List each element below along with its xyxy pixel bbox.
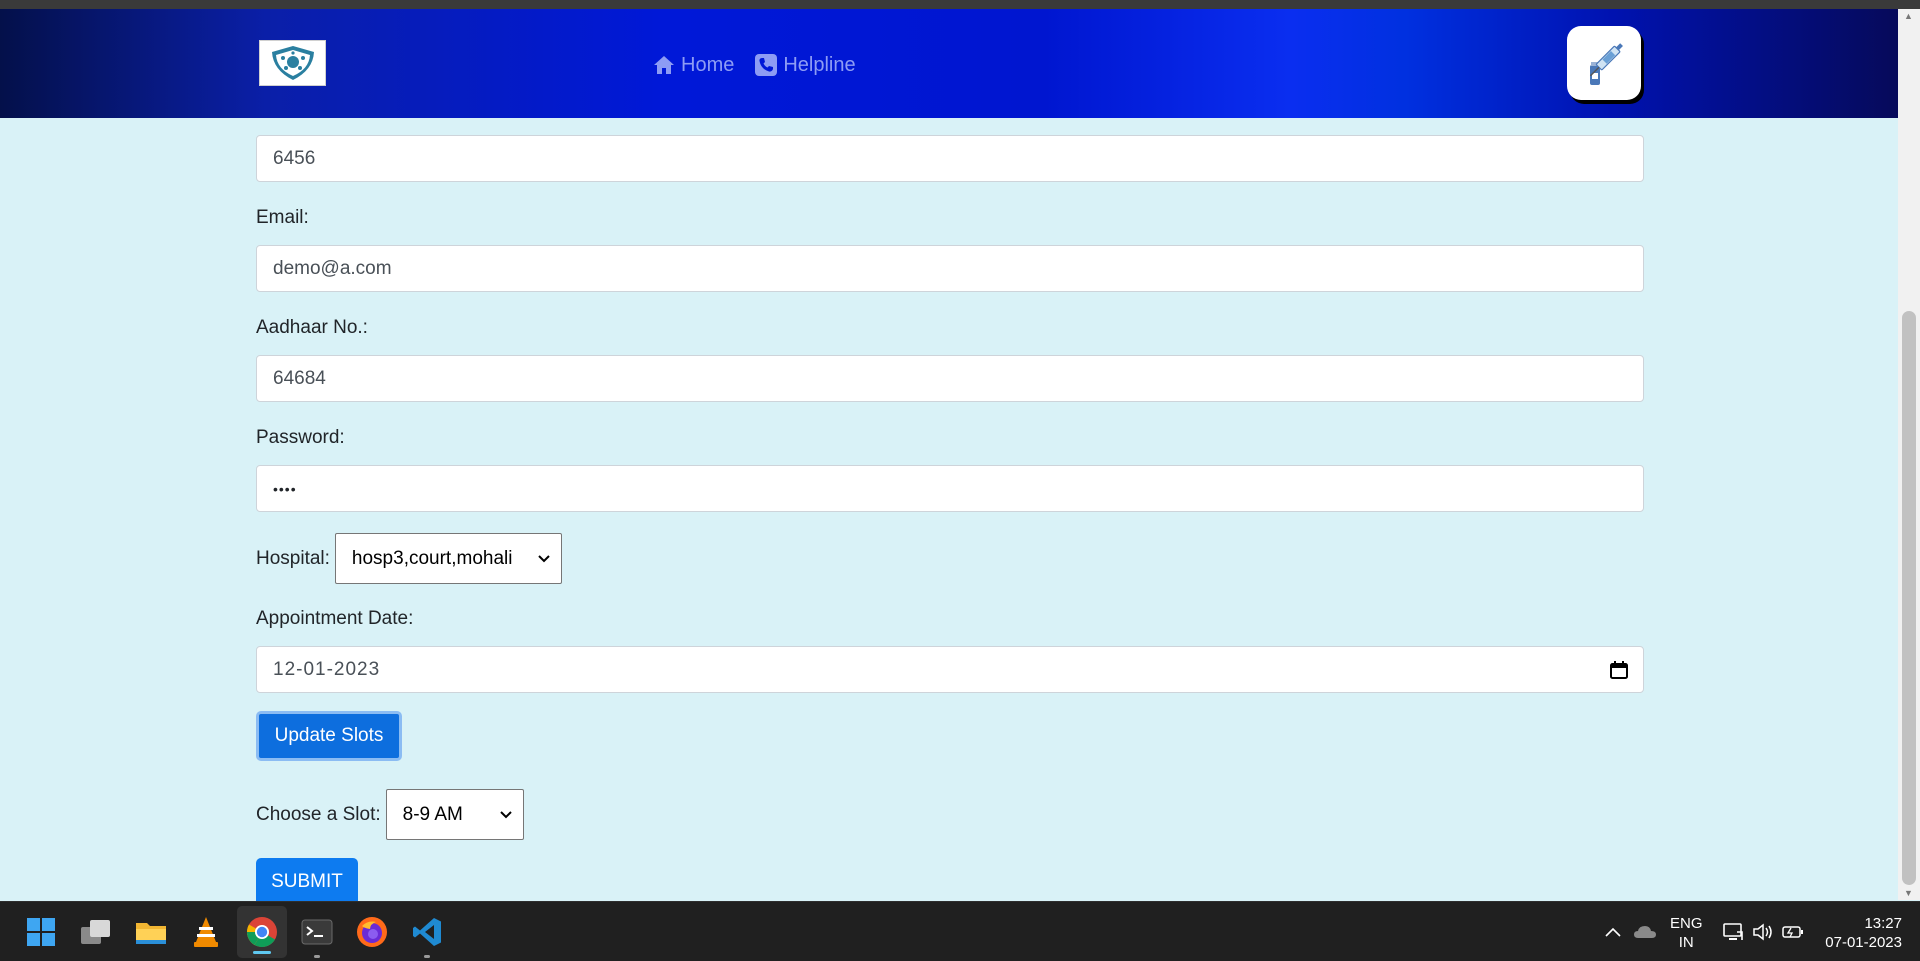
phone-icon	[755, 54, 778, 76]
chrome-icon[interactable]	[245, 915, 279, 949]
clock-date: 07-01-2023	[1825, 934, 1902, 951]
active-indicator	[253, 951, 271, 954]
browser-top-strip	[0, 0, 1920, 9]
password-input[interactable]: ••••	[256, 465, 1644, 512]
network-icon[interactable]	[1722, 902, 1744, 961]
hospital-select[interactable]: hosp3,court,mohali	[334, 533, 562, 584]
home-icon	[654, 56, 674, 74]
clock-time: 13:27	[1864, 915, 1902, 932]
password-label: Password:	[256, 427, 345, 448]
password-input-value: ••••	[273, 480, 297, 497]
nav-helpline-label: Helpline	[783, 53, 856, 76]
vlc-icon[interactable]	[189, 915, 223, 949]
aadhaar-input-value: 64684	[273, 367, 326, 389]
volume-icon[interactable]	[1752, 902, 1774, 961]
slot-label: Choose a Slot:	[256, 803, 381, 825]
syringe-vaccine-icon	[1589, 43, 1623, 85]
hospital-selected-value: hosp3,court,mohali	[351, 547, 513, 569]
language-indicator[interactable]: ENG IN	[1670, 914, 1703, 952]
appointment-date-input[interactable]: 12-01-2023	[256, 646, 1644, 693]
site-header: Home Helpline	[0, 9, 1898, 118]
scroll-up-arrow-icon[interactable]: ▲	[1904, 11, 1913, 21]
nav-home-label: Home	[681, 53, 735, 76]
email-input-value: demo@a.com	[273, 257, 392, 279]
start-icon[interactable]	[24, 915, 58, 949]
tray-chevron-up-icon[interactable]	[1604, 902, 1622, 961]
aadhaar-label: Aadhaar No.:	[256, 317, 368, 338]
running-indicator	[424, 955, 430, 958]
submit-button[interactable]: SUBMIT	[256, 858, 358, 906]
language-line-2: IN	[1678, 934, 1694, 951]
shield-logo-icon	[271, 46, 314, 80]
appointment-form: 6456 Email: demo@a.com Aadhaar No.: 6468…	[256, 135, 1644, 906]
chevron-down-icon	[538, 554, 550, 562]
calendar-icon[interactable]	[1609, 660, 1629, 680]
chevron-down-icon	[499, 810, 512, 818]
task-view-icon[interactable]	[79, 915, 113, 949]
slot-selected-value: 8-9 AM	[402, 803, 463, 825]
vaccine-logo[interactable]	[1567, 26, 1641, 100]
battery-icon[interactable]	[1782, 902, 1804, 961]
phone-input-value: 6456	[273, 147, 316, 169]
email-input[interactable]: demo@a.com	[256, 245, 1644, 292]
windows-taskbar: ENG IN 13:27 07-01-2023	[0, 901, 1920, 961]
file-explorer-icon[interactable]	[134, 915, 168, 949]
hospital-label: Hospital:	[256, 547, 330, 569]
appointment-date-label: Appointment Date:	[256, 608, 414, 629]
nav-helpline[interactable]: Helpline	[754, 53, 856, 77]
scroll-down-arrow-icon[interactable]: ▼	[1904, 888, 1913, 898]
appointment-date-value: 12-01-2023	[273, 658, 381, 680]
phone-input[interactable]: 6456	[256, 135, 1644, 182]
onedrive-cloud-icon[interactable]	[1633, 902, 1657, 961]
aadhaar-input[interactable]: 64684	[256, 355, 1644, 402]
email-label: Email:	[256, 207, 309, 228]
page-scrollbar[interactable]: ▲ ▼	[1898, 9, 1920, 900]
vscode-icon[interactable]	[410, 915, 444, 958]
firefox-icon[interactable]	[355, 915, 389, 949]
main-nav: Home Helpline	[652, 53, 856, 77]
hospital-row: Hospital: hosp3,court,mohali	[256, 533, 1644, 584]
terminal-icon[interactable]	[300, 915, 334, 958]
language-line-1: ENG	[1670, 915, 1703, 932]
update-slots-button[interactable]: Update Slots	[256, 711, 402, 761]
running-indicator	[314, 955, 320, 958]
site-logo[interactable]	[259, 40, 326, 86]
scroll-thumb[interactable]	[1902, 311, 1916, 885]
slot-row: Choose a Slot: 8-9 AM	[256, 789, 1644, 840]
nav-home[interactable]: Home	[652, 53, 734, 77]
system-clock[interactable]: 13:27 07-01-2023	[1818, 914, 1902, 952]
slot-select[interactable]: 8-9 AM	[385, 789, 524, 840]
